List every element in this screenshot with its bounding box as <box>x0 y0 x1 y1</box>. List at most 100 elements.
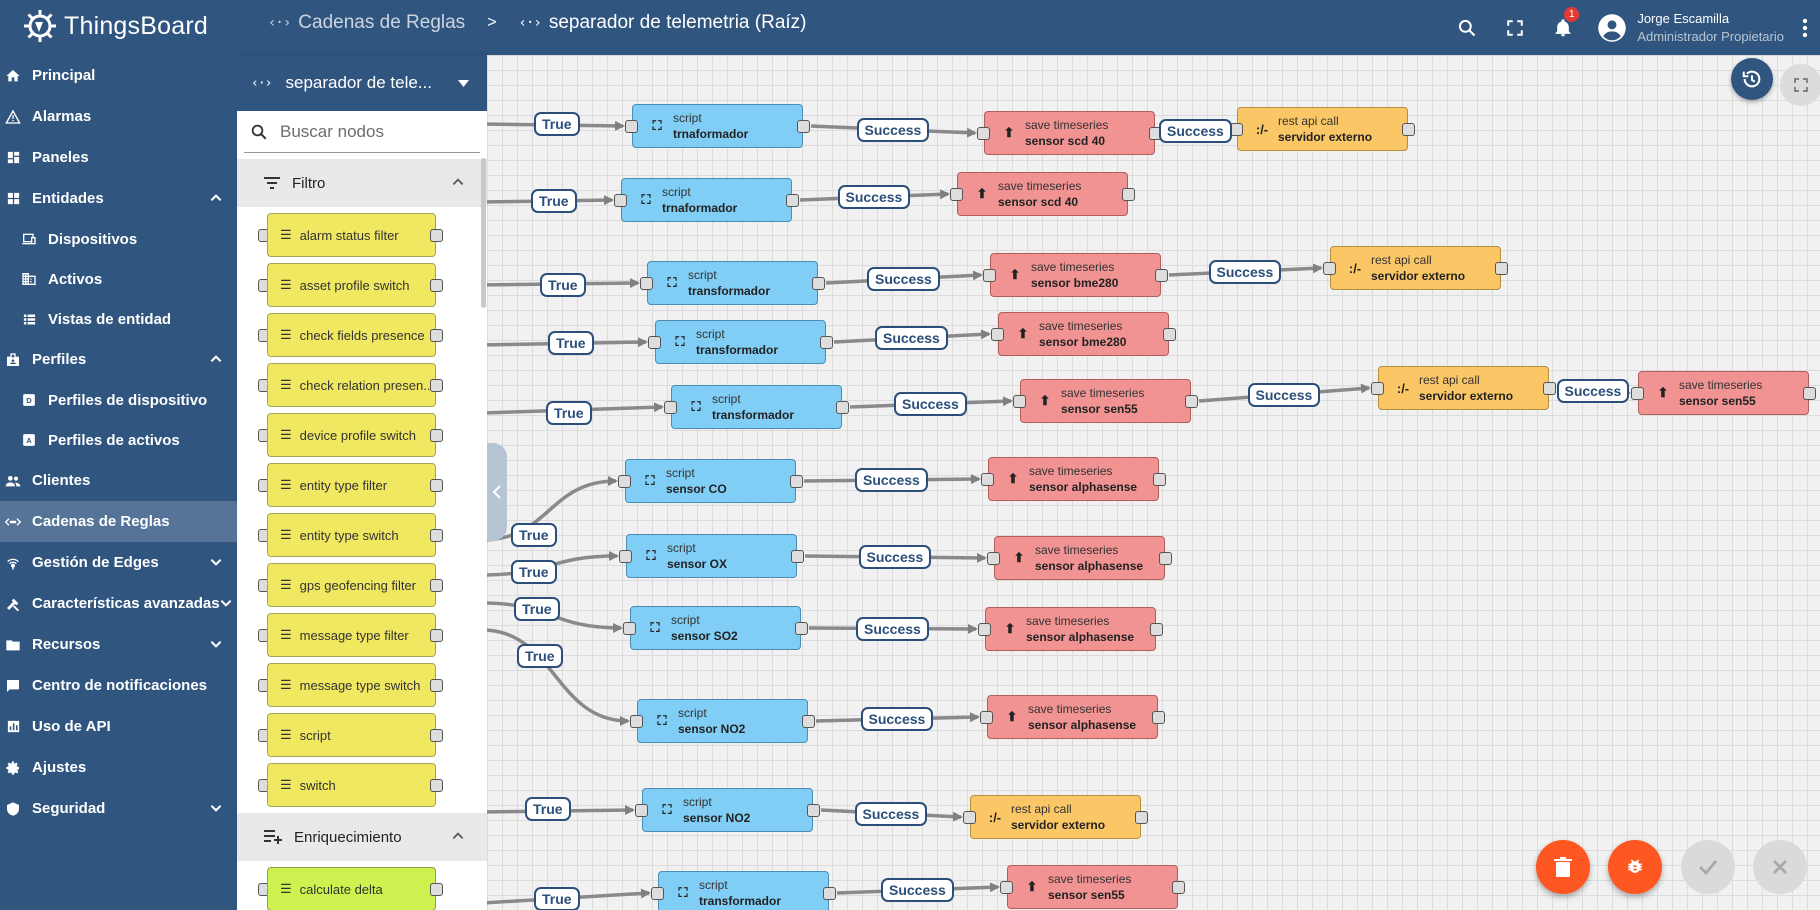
connection-label[interactable]: Success <box>855 468 928 492</box>
script-node[interactable]: ⛶ script sensor NO2 <box>635 788 820 832</box>
sidebar-item-vistas[interactable]: Vistas de entidad <box>0 299 237 339</box>
input-connector[interactable] <box>980 711 993 724</box>
library-node-box[interactable]: ☰ calculate delta <box>267 867 436 910</box>
input-connector[interactable] <box>625 120 638 133</box>
output-connector[interactable] <box>1185 395 1198 408</box>
connection-label[interactable]: Success <box>858 545 932 569</box>
output-connector[interactable] <box>812 277 825 290</box>
library-node-alarm-status-filter[interactable]: ☰ alarm status filter <box>237 213 487 257</box>
input-connector[interactable] <box>1323 262 1336 275</box>
sidebar-item-perfiles-dispositivo[interactable]: D Perfiles de dispositivo <box>0 380 237 420</box>
script-node[interactable]: ⛶ script transformador <box>640 261 825 305</box>
logo[interactable]: ThingsBoard <box>22 8 208 44</box>
output-connector[interactable] <box>807 804 820 817</box>
input-connector[interactable] <box>640 277 653 290</box>
script-node[interactable]: ⛶ script sensor SO2 <box>623 606 808 650</box>
script-node[interactable]: ⛶ script transformador <box>664 385 849 429</box>
debug-mode-button[interactable] <box>1608 840 1662 894</box>
save-node[interactable]: ⬆ save timeseries sensor sen55 <box>1631 371 1816 415</box>
library-node-box[interactable]: ☰ message type switch <box>267 663 436 707</box>
input-connector[interactable] <box>950 188 963 201</box>
sidebar-item-perfiles-activos[interactable]: A Perfiles de activos <box>0 420 237 460</box>
output-connector[interactable] <box>795 622 808 635</box>
connection-label[interactable]: Success <box>856 616 929 641</box>
sidebar-item-principal[interactable]: Principal <box>0 55 237 96</box>
output-connector[interactable] <box>1495 262 1508 275</box>
connection-label[interactable]: Success <box>867 267 940 291</box>
connection-label[interactable]: True <box>517 644 563 668</box>
rest-node[interactable]: :/‑ rest api call servidor externo <box>1230 107 1415 151</box>
sidebar-item-recursos[interactable]: Recursos <box>0 624 237 665</box>
script-node[interactable]: ⛶ script trnaformador <box>614 178 799 222</box>
connection-label[interactable]: Success <box>881 878 954 902</box>
sidebar-item-paneles[interactable]: Paneles <box>0 137 237 178</box>
output-connector[interactable] <box>786 194 799 207</box>
version-history-button[interactable] <box>1731 58 1773 100</box>
search-button[interactable] <box>1443 4 1491 52</box>
library-node-gps-geofencing-filter[interactable]: ☰ gps geofencing filter <box>237 563 487 607</box>
sidebar-item-alarmas[interactable]: Alarmas <box>0 96 237 137</box>
connection-label[interactable]: Success <box>875 326 948 350</box>
script-node[interactable]: ⛶ script sensor CO <box>618 459 803 503</box>
script-node[interactable]: ⛶ script transformador <box>651 871 836 910</box>
revert-changes-button[interactable] <box>1753 840 1807 894</box>
sidebar-item-entidades[interactable]: Entidades <box>0 178 237 219</box>
user-menu[interactable]: Jorge Escamilla Administrador Propietari… <box>1597 10 1784 46</box>
connection-label[interactable]: True <box>548 331 594 355</box>
input-connector[interactable] <box>1371 382 1384 395</box>
connection-label[interactable]: True <box>531 189 577 213</box>
output-connector[interactable] <box>791 550 804 563</box>
input-connector[interactable] <box>1000 881 1013 894</box>
connection-label[interactable]: True <box>546 401 592 425</box>
connection-label[interactable]: Success <box>1556 378 1630 403</box>
library-collapse-toggle[interactable] <box>487 443 507 541</box>
more-options-button[interactable] <box>1790 4 1820 52</box>
output-connector[interactable] <box>790 475 803 488</box>
output-connector[interactable] <box>1155 269 1168 282</box>
save-node[interactable]: ⬆ save timeseries sensor alphasense <box>980 695 1165 739</box>
sidebar-item-clientes[interactable]: Clientes <box>0 460 237 501</box>
rest-node[interactable]: :/‑ rest api call servidor externo <box>1323 246 1508 290</box>
save-node[interactable]: ⬆ save timeseries sensor bme280 <box>991 312 1176 356</box>
library-node-box[interactable]: ☰ asset profile switch <box>267 263 436 307</box>
save-node[interactable]: ⬆ save timeseries sensor alphasense <box>978 607 1163 651</box>
input-connector[interactable] <box>978 623 991 636</box>
connection-label[interactable]: True <box>511 523 557 547</box>
library-node-box[interactable]: ☰ check fields presence <box>267 313 436 357</box>
sidebar-item-cadenas-reglas[interactable]: Cadenas de Reglas <box>0 501 237 542</box>
library-node-box[interactable]: ☰ alarm status filter <box>267 213 436 257</box>
notifications-button[interactable]: 1 <box>1539 4 1587 52</box>
library-node-box[interactable]: ☰ check relation presen... <box>267 363 436 407</box>
library-node-device-profile-switch[interactable]: ☰ device profile switch <box>237 413 487 457</box>
rule-chain-canvas[interactable]: ⛶ script trnaformador ⬆ save timeseries senso… <box>487 55 1820 910</box>
rest-node[interactable]: :/‑ rest api call servidor externo <box>1371 366 1556 410</box>
sidebar-item-ajustes[interactable]: Ajustes <box>0 747 237 788</box>
input-connector[interactable] <box>963 811 976 824</box>
library-node-entity-type-switch[interactable]: ☰ entity type switch <box>237 513 487 557</box>
input-connector[interactable] <box>1013 395 1026 408</box>
output-connector[interactable] <box>802 715 815 728</box>
connection-label[interactable]: True <box>540 273 586 297</box>
library-node-box[interactable]: ☰ device profile switch <box>267 413 436 457</box>
connection-label[interactable]: Success <box>894 392 967 416</box>
library-node-box[interactable]: ☰ script <box>267 713 436 757</box>
input-connector[interactable] <box>664 401 677 414</box>
input-connector[interactable] <box>635 804 648 817</box>
input-connector[interactable] <box>651 887 664 900</box>
save-node[interactable]: ⬆ save timeseries sensor scd 40 <box>950 172 1135 216</box>
sidebar-item-uso-api[interactable]: Uso de API <box>0 706 237 747</box>
connection-label[interactable]: Success <box>1208 259 1282 284</box>
input-connector[interactable] <box>991 328 1004 341</box>
sidebar-item-activos[interactable]: Activos <box>0 259 237 299</box>
save-node[interactable]: ⬆ save timeseries sensor scd 40 <box>977 111 1162 155</box>
sidebar-item-dispositivos[interactable]: Dispositivos <box>0 219 237 259</box>
connection-label[interactable]: True <box>511 560 557 584</box>
sidebar-item-perfiles[interactable]: Perfiles <box>0 339 237 380</box>
library-node-message-type-filter[interactable]: ☰ message type filter <box>237 613 487 657</box>
script-node[interactable]: ⛶ script trnaformador <box>625 104 810 148</box>
connection-label[interactable]: True <box>534 112 580 136</box>
connection-label[interactable]: True <box>514 597 560 621</box>
output-connector[interactable] <box>836 401 849 414</box>
script-node[interactable]: ⛶ script sensor OX <box>619 534 804 578</box>
output-connector[interactable] <box>1159 552 1172 565</box>
